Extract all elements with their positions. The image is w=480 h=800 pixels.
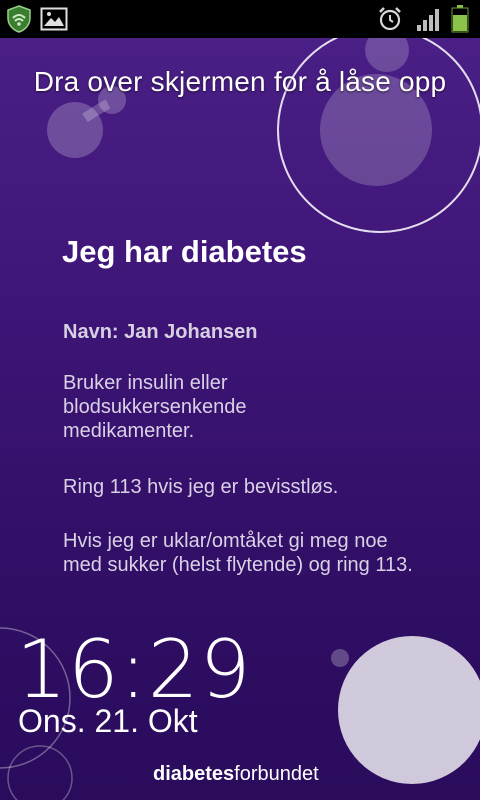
brand-bold-part: diabetes xyxy=(153,763,235,785)
info-confused: Hvis jeg er uklar/omtåket gi meg noe med… xyxy=(63,530,413,576)
brand-regular-part: forbundet xyxy=(234,763,319,785)
battery-icon xyxy=(450,4,470,39)
info-unconscious: Ring 113 hvis jeg er bevisstløs. xyxy=(63,476,339,498)
unlock-hint: Dra over skjermen for å låse opp xyxy=(33,66,447,97)
status-bar xyxy=(0,0,480,38)
info-insulin: Bruker insulin eller blodsukkersenkende … xyxy=(63,372,247,442)
clock-date: Ons. 21. Okt xyxy=(18,703,198,739)
lock-screen[interactable]: Dra over skjermen for å låse opp Jeg har… xyxy=(0,38,480,800)
signal-icon xyxy=(415,5,443,38)
shield-icon xyxy=(6,5,32,38)
alarm-clock-icon xyxy=(377,6,403,37)
card-title: Jeg har diabetes xyxy=(62,234,307,269)
image-icon xyxy=(40,7,68,36)
name-line: Navn: Jan Johansen xyxy=(63,321,258,343)
brand-logo: diabetesforbundet xyxy=(153,763,319,786)
